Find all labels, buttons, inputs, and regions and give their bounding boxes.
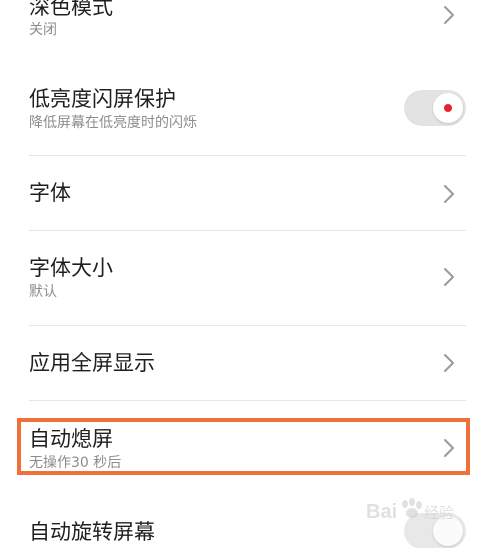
highlight-box <box>17 418 470 475</box>
setting-title: 深色模式 <box>29 0 113 19</box>
setting-title: 应用全屏显示 <box>29 351 155 375</box>
setting-title: 低亮度闪屏保护 <box>29 87 176 111</box>
toggle-knob <box>433 93 463 123</box>
setting-dark-mode[interactable]: 深色模式 关闭 <box>0 0 483 60</box>
chevron-right-icon <box>444 185 454 203</box>
low-brightness-toggle[interactable] <box>404 90 466 126</box>
setting-title: 字体 <box>29 181 71 205</box>
chevron-right-icon <box>444 6 454 24</box>
watermark-text: Bai <box>366 501 397 523</box>
setting-title: 自动旋转屏幕 <box>29 520 155 544</box>
chevron-right-icon <box>444 354 454 372</box>
setting-subtitle: 关闭 <box>29 22 57 38</box>
setting-font-size[interactable]: 字体大小 默认 <box>0 231 483 325</box>
setting-font[interactable]: 字体 <box>0 156 483 230</box>
setting-fullscreen-apps[interactable]: 应用全屏显示 <box>0 326 483 400</box>
setting-subtitle: 降低屏幕在低亮度时的闪烁 <box>29 115 197 131</box>
setting-subtitle: 默认 <box>29 284 57 300</box>
baidu-watermark-logo: Bai 经验 <box>366 498 454 523</box>
watermark-subtext: 经验 <box>424 504 454 522</box>
chevron-right-icon <box>444 268 454 286</box>
paw-icon <box>402 498 422 518</box>
setting-low-brightness-flicker[interactable]: 低亮度闪屏保护 降低屏幕在低亮度时的闪烁 <box>0 80 483 154</box>
toggle-on-dot <box>444 104 452 112</box>
setting-title: 字体大小 <box>29 256 113 280</box>
